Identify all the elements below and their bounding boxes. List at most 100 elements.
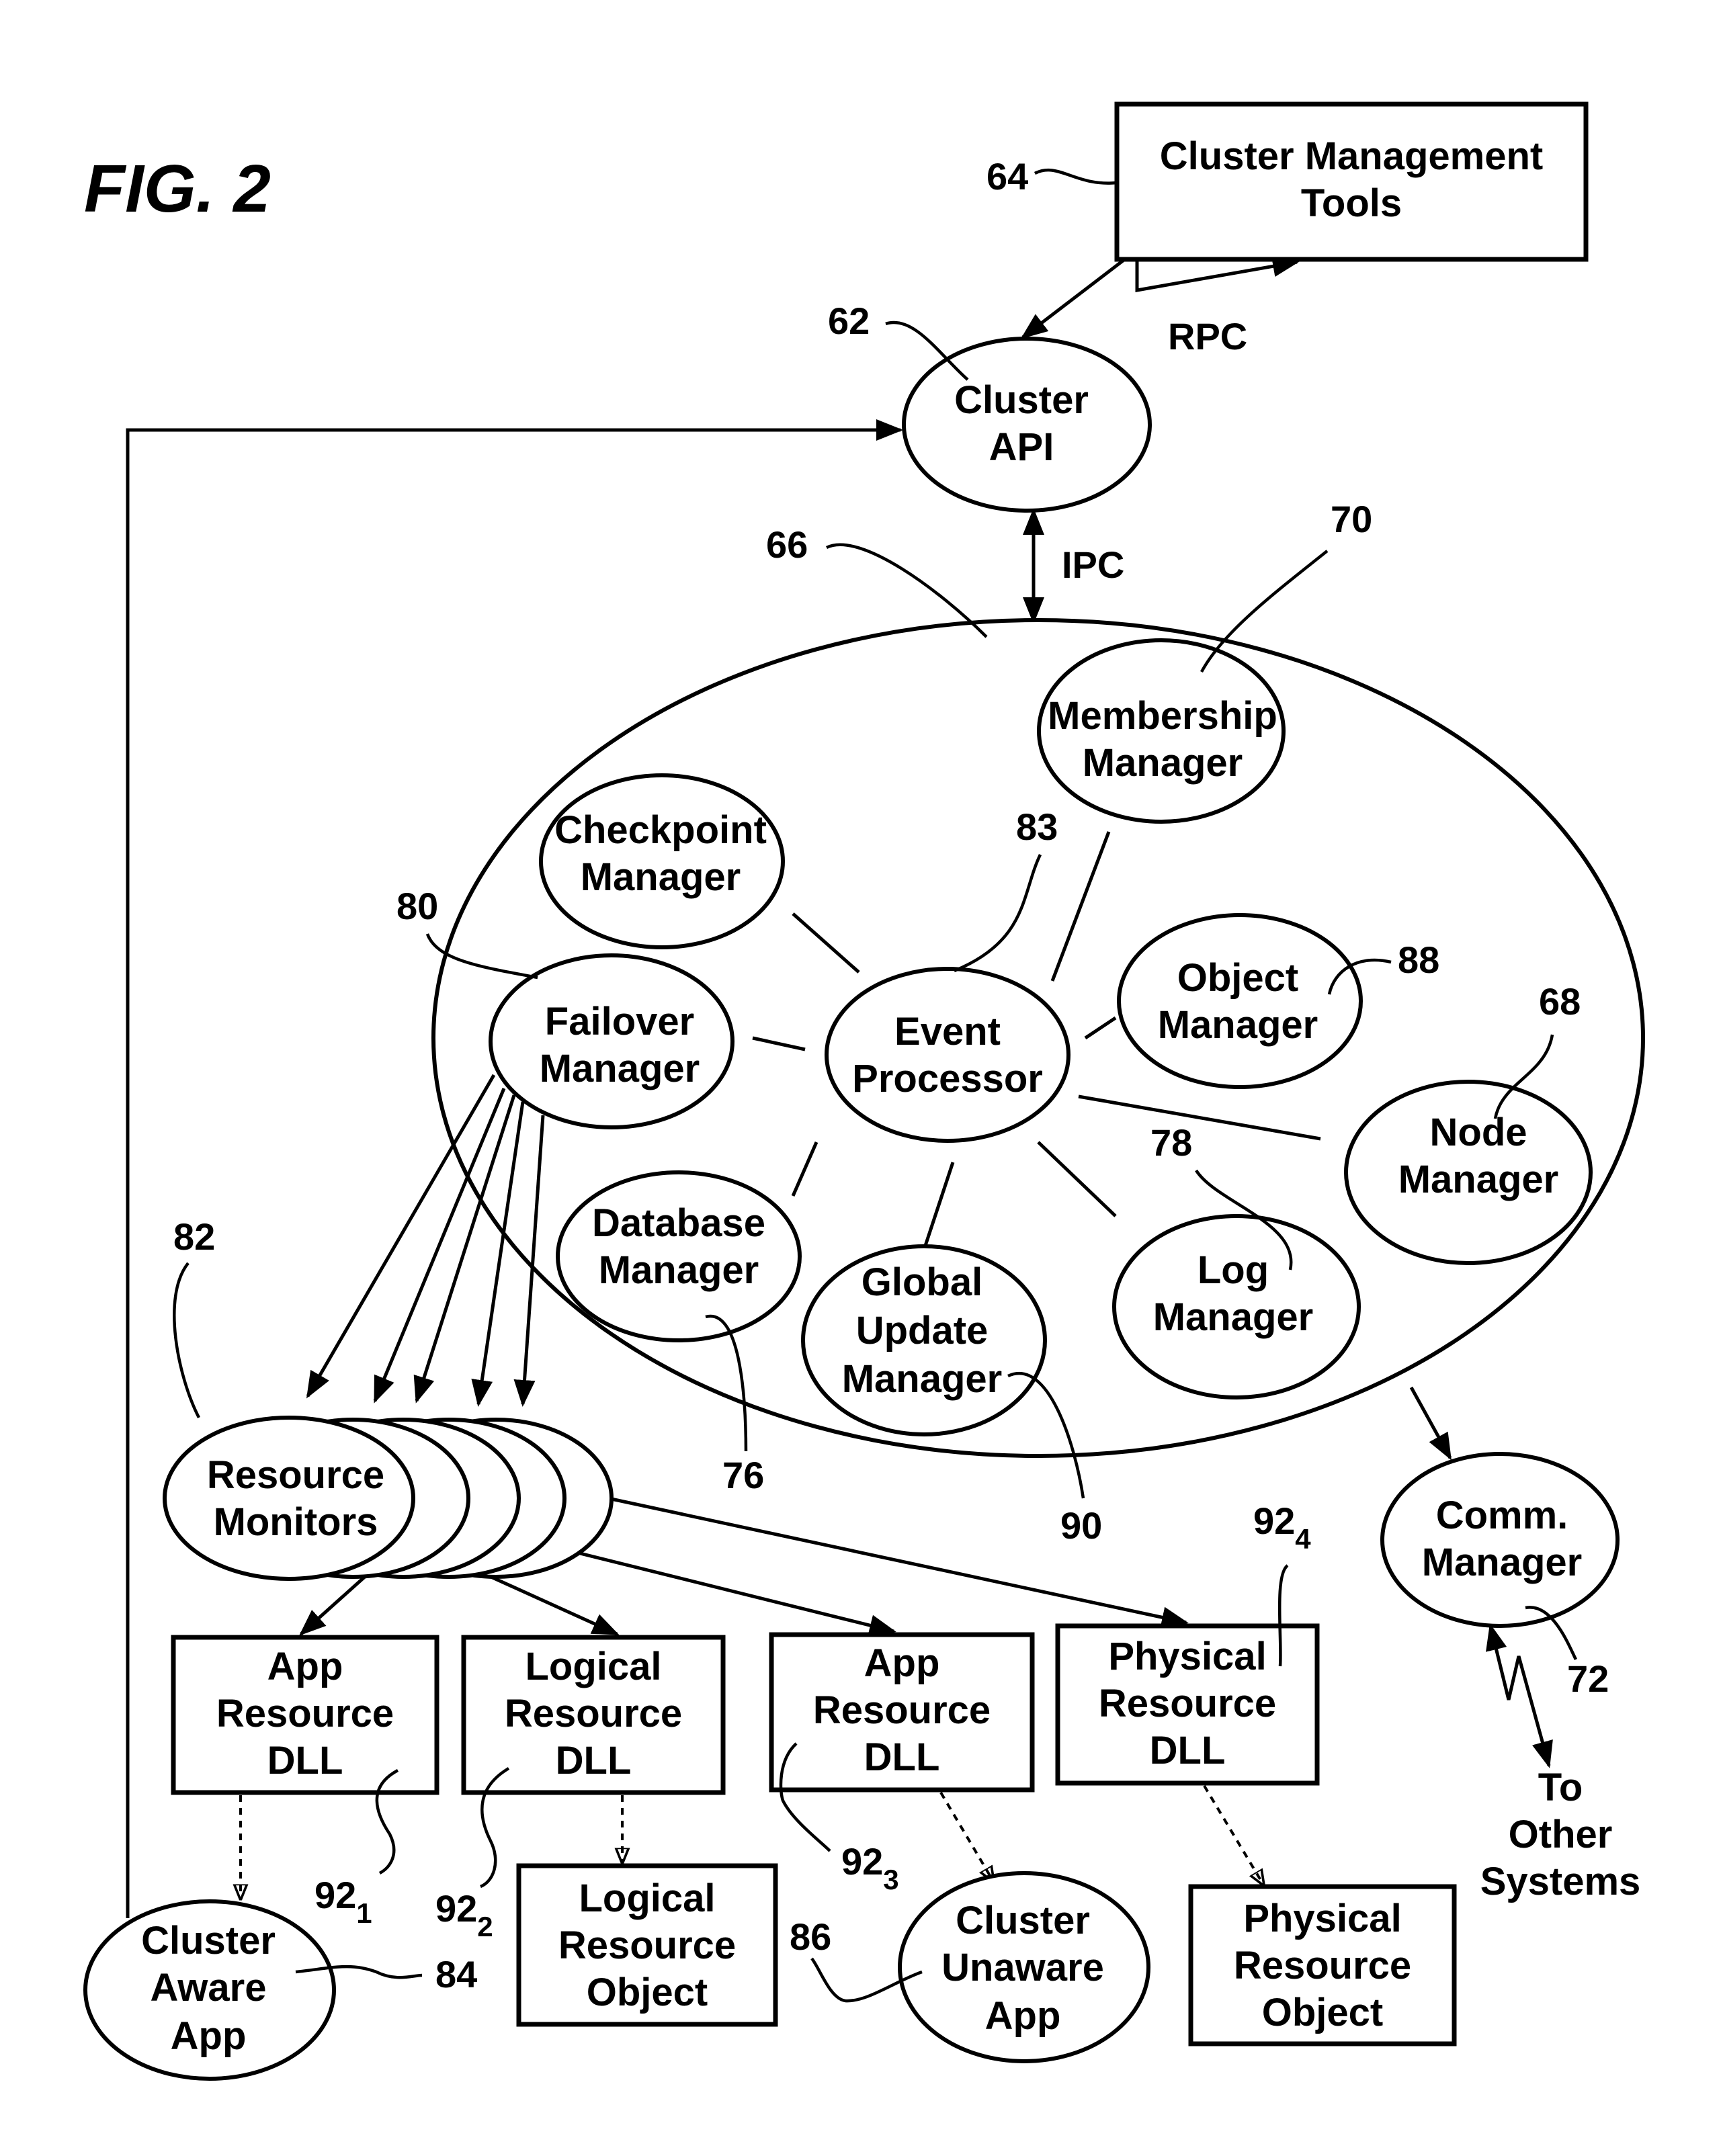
global-update-manager-node: Global Update Manager — [801, 1244, 1047, 1436]
event-processor-node: Event Processor — [825, 967, 1071, 1143]
failover-manager-node: Failover Manager — [489, 953, 734, 1129]
svg-text:To: To — [1538, 1766, 1583, 1809]
logical-resource-dll-node: Logical Resource DLL — [461, 1635, 726, 1795]
svg-text:Object: Object — [587, 1971, 708, 2014]
ref-64: 64 — [987, 155, 1028, 198]
checkpoint-manager-node: Checkpoint Manager — [539, 773, 785, 949]
svg-text:Physical: Physical — [1243, 1897, 1401, 1940]
ref-84: 84 — [435, 1953, 477, 1995]
svg-text:Processor: Processor — [852, 1057, 1043, 1101]
cluster-api-node: Cluster API — [902, 337, 1152, 513]
ref-92-1: 921 — [314, 1874, 372, 1929]
svg-text:DLL: DLL — [556, 1739, 632, 1782]
svg-text:Cluster: Cluster — [141, 1919, 276, 1963]
svg-text:Physical: Physical — [1108, 1635, 1266, 1678]
svg-text:Checkpoint: Checkpoint — [554, 808, 767, 852]
svg-text:Systems: Systems — [1480, 1860, 1641, 1903]
ref-92-2: 922 — [435, 1887, 493, 1942]
svg-text:Object: Object — [1262, 1991, 1384, 2034]
physical-resource-dll-node: Physical Resource DLL — [1055, 1623, 1320, 1786]
cluster-aware-app-node: Cluster Aware App — [83, 1899, 336, 2081]
svg-text:DLL: DLL — [1150, 1729, 1226, 1772]
svg-text:Membership: Membership — [1048, 694, 1277, 738]
svg-text:Resource: Resource — [558, 1924, 736, 1967]
svg-text:Unaware: Unaware — [941, 1946, 1104, 1989]
object-manager-node: Object Manager — [1117, 913, 1363, 1089]
ipc-label: IPC — [1062, 544, 1124, 586]
svg-text:Object: Object — [1177, 956, 1299, 1000]
cluster-architecture-diagram: FIG. 2 RPC IPC Cluster Management Tools … — [83, 101, 1645, 2081]
svg-text:API: API — [989, 425, 1054, 469]
svg-text:Node: Node — [1430, 1111, 1527, 1154]
ref-72: 72 — [1567, 1657, 1609, 1700]
svg-text:Manager: Manager — [1153, 1295, 1314, 1339]
svg-text:Cluster: Cluster — [956, 1899, 1090, 1942]
svg-text:Manager: Manager — [1083, 741, 1243, 785]
svg-text:App: App — [171, 2014, 247, 2058]
figure-title: FIG. 2 — [84, 151, 271, 226]
ref-62: 62 — [828, 300, 870, 342]
database-manager-node: Database Manager — [556, 1170, 802, 1342]
svg-text:Manager: Manager — [1422, 1541, 1583, 1584]
svg-text:Monitors: Monitors — [214, 1500, 378, 1544]
ref-90: 90 — [1060, 1504, 1102, 1547]
svg-text:Logical: Logical — [525, 1645, 661, 1688]
comm-manager-node: Comm. Manager — [1380, 1452, 1620, 1628]
monitor-to-dll2-arrow — [479, 1570, 620, 1636]
ref-83: 83 — [1016, 806, 1058, 848]
app-resource-dll-3-node: App Resource DLL — [769, 1632, 1035, 1793]
ref-88: 88 — [1398, 939, 1439, 981]
ref-68: 68 — [1539, 980, 1581, 1023]
svg-text:Manager: Manager — [1158, 1003, 1318, 1047]
logical-resource-object-node: Logical Resource Object — [516, 1863, 778, 2027]
resource-monitors-node: Resource Monitors — [163, 1416, 614, 1581]
cluster-unaware-app-node: Cluster Unaware App — [898, 1871, 1150, 2063]
ref-78: 78 — [1150, 1121, 1192, 1164]
svg-text:Aware: Aware — [150, 1966, 266, 2010]
svg-text:Logical: Logical — [579, 1877, 715, 1920]
svg-text:Manager: Manager — [1398, 1158, 1559, 1201]
cluster-management-tools-node: Cluster Management Tools — [1114, 101, 1589, 262]
svg-text:Manager: Manager — [842, 1357, 1003, 1401]
service-to-comm-arrow — [1409, 1386, 1452, 1461]
ref-92-3: 923 — [841, 1840, 899, 1895]
monitor-to-dll3-arrow — [560, 1547, 896, 1636]
svg-text:Manager: Manager — [540, 1047, 700, 1090]
dll4-to-physical-object-link — [1203, 1784, 1263, 1885]
svg-text:Update: Update — [856, 1309, 989, 1352]
log-manager-node: Log Manager — [1112, 1214, 1361, 1399]
membership-manager-node: Membership Manager — [1037, 638, 1286, 824]
svg-text:Manager: Manager — [599, 1248, 759, 1292]
svg-text:Log: Log — [1198, 1248, 1269, 1292]
other-systems-label: To Other Systems — [1480, 1766, 1641, 1903]
ref-86: 86 — [790, 1915, 831, 1958]
svg-text:App: App — [864, 1641, 940, 1685]
ref-92-4: 924 — [1253, 1500, 1311, 1555]
svg-text:Cluster Management: Cluster Management — [1160, 134, 1543, 178]
svg-text:Global: Global — [862, 1260, 982, 1304]
ref-82: 82 — [173, 1215, 215, 1258]
rpc-label: RPC — [1168, 315, 1247, 357]
svg-text:Comm.: Comm. — [1436, 1494, 1568, 1537]
svg-text:Database: Database — [592, 1201, 765, 1245]
svg-text:DLL: DLL — [267, 1739, 343, 1782]
svg-text:Resource: Resource — [1234, 1944, 1411, 1987]
comm-to-other-systems-link — [1486, 1623, 1553, 1768]
svg-text:Resource: Resource — [813, 1688, 991, 1732]
svg-text:Event: Event — [894, 1010, 1001, 1053]
svg-text:App: App — [985, 1994, 1061, 2038]
svg-text:Tools: Tools — [1301, 181, 1402, 225]
svg-text:DLL: DLL — [864, 1735, 940, 1779]
rpc-link — [1020, 246, 1300, 339]
dll3-to-unaware-app-link — [939, 1791, 993, 1881]
svg-text:Other: Other — [1509, 1813, 1613, 1856]
svg-text:Resource: Resource — [1099, 1682, 1276, 1725]
ref-66: 66 — [766, 523, 808, 566]
svg-text:App: App — [267, 1645, 343, 1688]
svg-text:Cluster: Cluster — [954, 378, 1089, 422]
svg-text:Failover: Failover — [545, 1000, 694, 1043]
svg-text:Resource: Resource — [207, 1453, 384, 1497]
svg-text:Manager: Manager — [581, 855, 741, 899]
ref-80: 80 — [396, 885, 438, 927]
svg-text:Resource: Resource — [505, 1692, 682, 1735]
